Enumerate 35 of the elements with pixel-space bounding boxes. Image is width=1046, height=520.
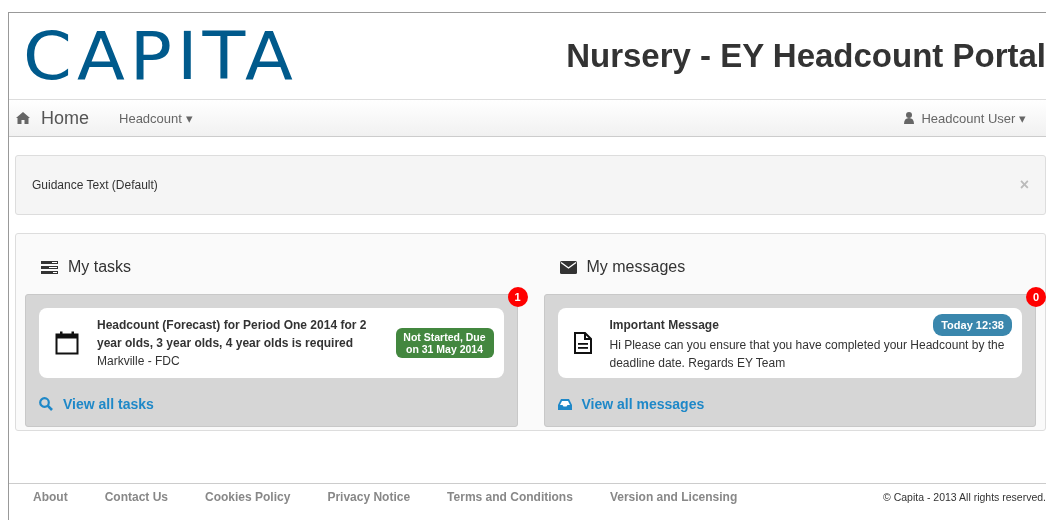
view-all-link[interactable]: View all messages bbox=[557, 396, 705, 412]
task-title: Headcount (Forecast) for Period One 2014 for 2 year olds, 3 year olds, 4 year olds is required bbox=[97, 317, 368, 352]
count-badge: 0 bbox=[1026, 287, 1046, 307]
calendar-icon bbox=[55, 331, 79, 355]
message-text: Hi Please can you ensure that you have completed your Headcount by the deadline date. Regards EY Team bbox=[609, 337, 1006, 372]
footer-link[interactable]: Privacy Notice bbox=[327, 490, 411, 504]
view-all-link[interactable]: View all tasks bbox=[39, 396, 154, 412]
home-icon bbox=[15, 111, 31, 125]
document-icon bbox=[573, 332, 592, 354]
panel-title: My messages bbox=[586, 258, 686, 276]
status-badge: Not Started, Due on 31 May 2014 bbox=[395, 328, 494, 358]
user-icon bbox=[904, 112, 915, 124]
envelope-icon bbox=[559, 260, 577, 274]
footer-link[interactable]: Version and Licensing bbox=[609, 490, 738, 504]
message-card[interactable]: Important Message Today 12:38 Hi Please can you ensure that you have completed your Headcount by the deadline date. Regards EY Team bbox=[557, 308, 1022, 378]
home-link[interactable]: Home bbox=[15, 107, 89, 129]
page-title: Nursery - EY Headcount Portal bbox=[566, 37, 1046, 75]
footer-link[interactable]: Terms and Conditions bbox=[447, 490, 573, 504]
footer-link[interactable]: About bbox=[33, 490, 68, 504]
count-badge: 1 bbox=[507, 287, 528, 307]
nav-menu[interactable]: Headcount ▾ bbox=[119, 110, 193, 126]
inbox-icon bbox=[557, 398, 572, 410]
list-icon bbox=[41, 260, 58, 274]
footer-link[interactable]: Contact Us bbox=[104, 490, 168, 504]
time-badge: Today 12:38 bbox=[933, 314, 1012, 336]
search-icon bbox=[39, 397, 53, 411]
task-card[interactable]: Headcount (Forecast) for Period One 2014 for 2 year olds, 3 year olds, 4 year olds is required Markville - FDC Not Started, Due on 31 May 2014 bbox=[39, 308, 504, 378]
logo: CAPITA bbox=[23, 22, 298, 90]
footer-link[interactable]: Cookies Policy bbox=[205, 490, 291, 504]
task-location: Markville - FDC bbox=[97, 353, 181, 370]
message-title: Important Message bbox=[609, 317, 719, 334]
user-menu[interactable]: Headcount User ▾ bbox=[904, 110, 1026, 126]
panel-title: My tasks bbox=[68, 258, 132, 276]
copyright: © Capita - 2013 All rights reserved. bbox=[883, 491, 1046, 503]
guidance-text: Guidance Text (Default) bbox=[32, 178, 158, 192]
